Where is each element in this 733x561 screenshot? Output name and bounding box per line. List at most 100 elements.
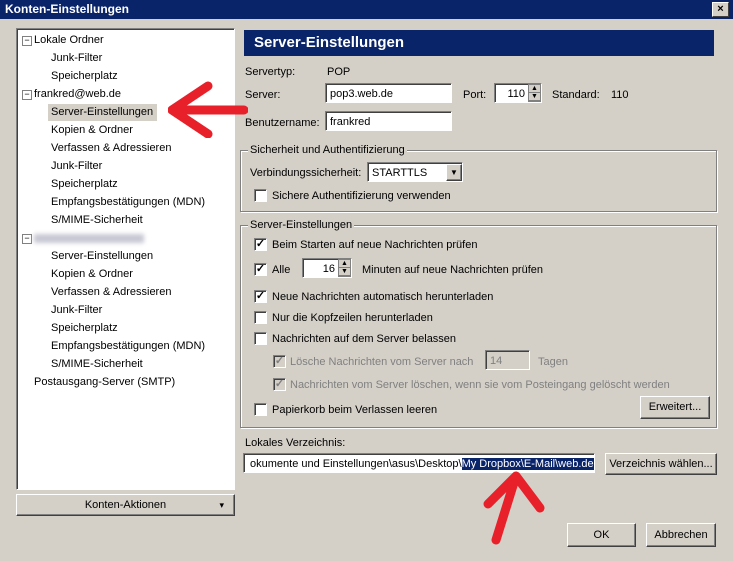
- connection-security-label: Verbindungssicherheit:: [250, 167, 362, 179]
- local-dir-path-selected: My Dropbox\E-Mail\web.de: [461, 458, 594, 470]
- tree-item[interactable]: Kopien & Ordner: [48, 266, 137, 283]
- dropdown-arrow-icon: ▾: [219, 500, 224, 510]
- tree-item-label: Junk-Filter: [51, 304, 103, 316]
- tree-item[interactable]: Junk-Filter: [48, 158, 106, 175]
- window-title: Konten-Einstellungen: [5, 2, 129, 16]
- tree-item-label: Empfangsbestätigungen (MDN): [51, 340, 206, 352]
- tree-item[interactable]: Postausgang-Server (SMTP): [32, 374, 179, 391]
- tree-item-label: Verfassen & Adressieren: [51, 286, 172, 298]
- empty-trash-label: Papierkorb beim Verlassen leeren: [272, 404, 438, 416]
- headers-only-checkbox[interactable]: [254, 311, 267, 324]
- local-dir-path-prefix: okumente und Einstellungen\asus\Desktop\: [250, 458, 462, 470]
- check-every-suffix: Minuten auf neue Nachrichten prüfen: [362, 264, 544, 276]
- account-actions-label: Konten-Aktionen: [84, 499, 167, 511]
- tree-item[interactable]: Speicherplatz: [48, 320, 122, 337]
- tree-item[interactable]: Empfangsbestätigungen (MDN): [48, 194, 209, 211]
- username-input[interactable]: frankred: [325, 111, 452, 131]
- server-label: Server:: [245, 89, 281, 101]
- delete-after-suffix: Tagen: [538, 356, 568, 368]
- security-group-legend: Sicherheit und Authentifizierung: [248, 143, 407, 157]
- spin-up-icon[interactable]: ▲: [339, 260, 350, 268]
- tree-item[interactable]: [32, 230, 148, 247]
- check-on-start-checkbox[interactable]: ✓: [254, 238, 267, 251]
- leave-on-server-label: Nachrichten auf dem Server belassen: [272, 333, 457, 345]
- tree-item-label: Server-Einstellungen: [51, 250, 154, 262]
- ok-button[interactable]: OK: [567, 523, 636, 547]
- server-settings-legend: Server-Einstellungen: [248, 218, 355, 232]
- tree-item-label: Speicherplatz: [51, 70, 118, 82]
- spin-down-icon[interactable]: ▼: [529, 93, 540, 101]
- tree-item[interactable]: Speicherplatz: [48, 176, 122, 193]
- tree-item-label: Postausgang-Server (SMTP): [34, 376, 176, 388]
- tree-item-label: Verfassen & Adressieren: [51, 142, 172, 154]
- delete-after-days-input[interactable]: 14: [485, 350, 530, 370]
- account-actions-button[interactable]: Konten-Aktionen ▾: [16, 494, 235, 516]
- server-input[interactable]: pop3.web.de: [325, 83, 452, 103]
- tree-item-label: S/MIME-Sicherheit: [51, 214, 143, 226]
- check-on-start-label: Beim Starten auf neue Nachrichten prüfen: [272, 239, 478, 251]
- auto-download-checkbox[interactable]: ✓: [254, 290, 267, 303]
- tree-item[interactable]: Server-Einstellungen: [48, 104, 158, 121]
- tree-item[interactable]: Lokale Ordner: [32, 32, 108, 49]
- annotation-arrow-up-icon: [483, 471, 545, 545]
- panel-header: Server-Einstellungen: [244, 30, 714, 56]
- check-every-checkbox[interactable]: ✓: [254, 263, 267, 276]
- username-label: Benutzername:: [245, 117, 320, 129]
- advanced-button[interactable]: Erweitert...: [640, 396, 710, 419]
- standard-label: Standard:: [552, 89, 600, 101]
- tree-item[interactable]: Verfassen & Adressieren: [48, 140, 175, 157]
- title-bar: Konten-Einstellungen ×: [0, 0, 733, 19]
- secure-auth-checkbox[interactable]: [254, 189, 267, 202]
- tree-item[interactable]: Junk-Filter: [48, 302, 106, 319]
- empty-trash-checkbox[interactable]: [254, 403, 267, 416]
- choose-directory-button[interactable]: Verzeichnis wählen...: [605, 453, 717, 475]
- standard-value: 110: [611, 89, 629, 101]
- tree-item-label: frankred@web.de: [34, 88, 121, 100]
- secure-auth-label: Sichere Authentifizierung verwenden: [272, 190, 451, 202]
- headers-only-label: Nur die Kopfzeilen herunterladen: [272, 312, 433, 324]
- tree-item-label: Speicherplatz: [51, 178, 118, 190]
- tree-item-label: S/MIME-Sicherheit: [51, 358, 143, 370]
- port-label: Port:: [463, 89, 487, 101]
- blurred-account-name: [34, 233, 144, 243]
- delete-after-label: Lösche Nachrichten vom Server nach: [290, 356, 474, 368]
- tree-item-label: Lokale Ordner: [34, 34, 104, 46]
- tree-item[interactable]: S/MIME-Sicherheit: [48, 356, 147, 373]
- tree-item-label: Kopien & Ordner: [51, 268, 133, 280]
- tree-item[interactable]: frankred@web.de: [32, 86, 125, 103]
- tree-item[interactable]: Empfangsbestätigungen (MDN): [48, 338, 209, 355]
- annotation-arrow-left-icon: [168, 81, 248, 138]
- tree-item-label: Server-Einstellungen: [51, 106, 154, 118]
- tree-item[interactable]: S/MIME-Sicherheit: [48, 212, 147, 229]
- panel-title: Server-Einstellungen: [254, 34, 405, 51]
- connection-security-value: STARTTLS: [372, 167, 428, 179]
- collapse-icon[interactable]: −: [22, 90, 32, 100]
- leave-on-server-checkbox[interactable]: [254, 332, 267, 345]
- cancel-button[interactable]: Abbrechen: [646, 523, 716, 547]
- tree-item[interactable]: Server-Einstellungen: [48, 248, 157, 265]
- auto-download-label: Neue Nachrichten automatisch herunterlad…: [272, 291, 494, 303]
- tree-item[interactable]: Kopien & Ordner: [48, 122, 137, 139]
- tree-item[interactable]: Junk-Filter: [48, 50, 106, 67]
- chevron-down-icon[interactable]: ▼: [446, 164, 462, 181]
- minutes-spinner[interactable]: ▲ ▼: [338, 259, 351, 277]
- collapse-icon[interactable]: −: [22, 36, 32, 46]
- collapse-icon[interactable]: −: [22, 234, 32, 244]
- delete-when-deleted-checkbox[interactable]: ✓: [273, 378, 286, 391]
- delete-after-checkbox[interactable]: ✓: [273, 355, 286, 368]
- tree-item-label: Empfangsbestätigungen (MDN): [51, 196, 206, 208]
- check-every-label: Alle: [272, 264, 291, 276]
- tree-item-label: Junk-Filter: [51, 160, 103, 172]
- close-button[interactable]: ×: [712, 2, 729, 17]
- tree-item[interactable]: Verfassen & Adressieren: [48, 284, 175, 301]
- tree-item-label: Kopien & Ordner: [51, 124, 133, 136]
- tree-item-label: Junk-Filter: [51, 52, 103, 64]
- servertype-label: Servertyp:: [245, 66, 296, 78]
- spin-up-icon[interactable]: ▲: [529, 85, 540, 93]
- spin-down-icon[interactable]: ▼: [339, 268, 350, 276]
- tree-item[interactable]: Speicherplatz: [48, 68, 122, 85]
- port-spinner[interactable]: ▲ ▼: [528, 84, 541, 102]
- local-dir-label: Lokales Verzeichnis:: [245, 437, 346, 449]
- tree-item-label: Speicherplatz: [51, 322, 118, 334]
- servertype-value: POP: [327, 66, 351, 78]
